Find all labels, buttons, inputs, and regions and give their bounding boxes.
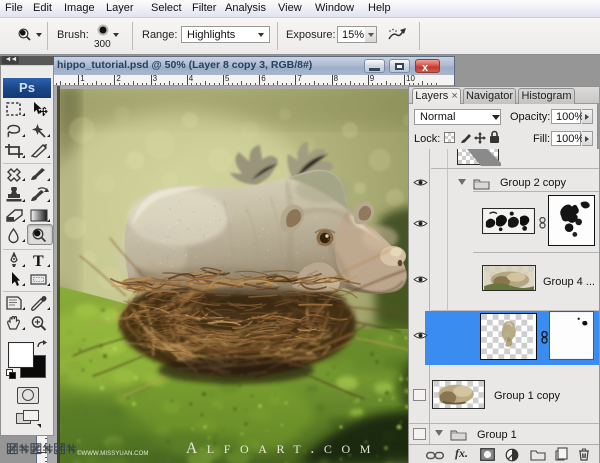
svg-text:ALFOART.COM: ALFOART.COM	[186, 440, 380, 457]
svg-text:©WWW.MISSYUAN.COM: ©WWW.MISSYUAN.COM	[77, 450, 148, 457]
svg-text:T: T	[33, 253, 44, 269]
